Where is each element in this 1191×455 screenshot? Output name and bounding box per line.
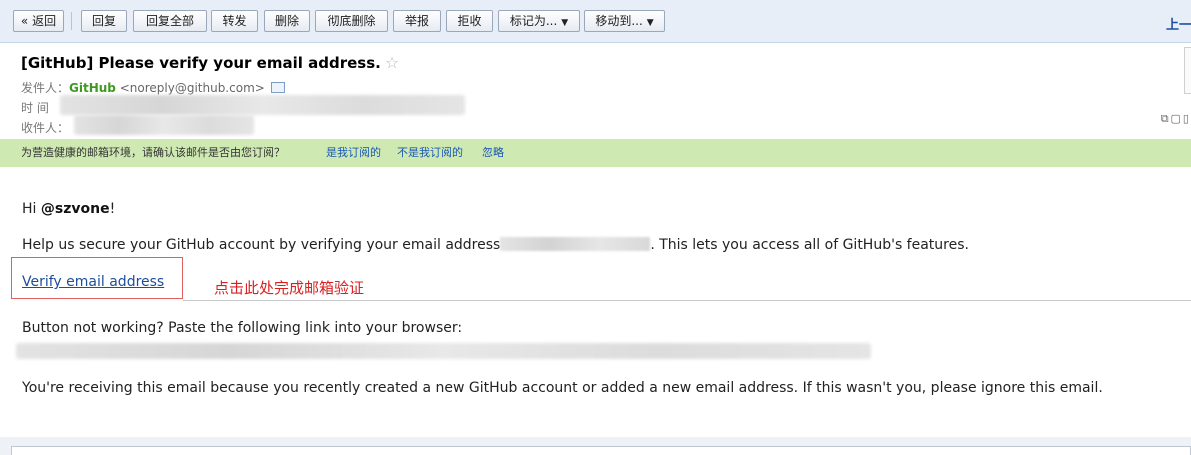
chevron-down-icon: ▼: [646, 18, 654, 28]
subscribed-yes-link[interactable]: 是我订阅的: [326, 139, 381, 167]
button-hint: Button not working? Paste the following …: [22, 320, 463, 336]
delete-permanently-button[interactable]: 彻底删除: [315, 10, 388, 32]
help-prefix: Help us secure your GitHub account by ve…: [22, 237, 501, 253]
email-header: [GitHub] Please verify your email addres…: [0, 43, 1191, 139]
divider-line: [183, 300, 1191, 301]
greeting-prefix: Hi: [22, 201, 41, 217]
greeting-suffix: !: [109, 201, 116, 217]
notice-question: 为营造健康的邮箱环境，请确认该邮件是否由您订阅？: [21, 146, 285, 159]
sender-row: 发件人：GitHub <noreply@github.com>: [21, 79, 285, 96]
subject-text: [GitHub] Please verify your email addres…: [21, 54, 381, 72]
help-suffix: . This lets you access all of GitHub's f…: [650, 237, 969, 253]
help-text: Help us secure your GitHub account by ve…: [22, 237, 969, 253]
redacted-time: [60, 95, 465, 115]
forward-button[interactable]: 转发: [211, 10, 258, 32]
from-label: 发件人：: [21, 81, 70, 95]
recipient-row: 收件人：: [21, 119, 69, 136]
delete-button[interactable]: 删除: [264, 10, 310, 32]
toolbar-divider: [71, 12, 72, 30]
mark-as-dropdown[interactable]: 标记为... ▼: [498, 10, 580, 32]
window-controls-icon[interactable]: ⧉▢▯: [1161, 112, 1191, 126]
contact-card-icon[interactable]: [270, 82, 285, 93]
annotation-text: 点击此处完成邮箱验证: [214, 279, 365, 297]
verify-email-link[interactable]: Verify email address: [22, 274, 164, 290]
prev-email-link[interactable]: 上一封: [1166, 14, 1191, 33]
subscription-notice: 为营造健康的邮箱环境，请确认该邮件是否由您订阅？ 是我订阅的 不是我订阅的 忽略: [0, 139, 1191, 167]
back-button[interactable]: « 返回: [13, 10, 64, 32]
time-row: 时 间: [21, 99, 49, 116]
time-label: 时 间: [21, 101, 49, 115]
mark-as-label: 标记为...: [509, 14, 558, 28]
redacted-email: [500, 237, 651, 251]
ignore-link[interactable]: 忽略: [482, 139, 504, 167]
to-label: 收件人：: [21, 121, 70, 135]
email-reader: « 返回 回复 回复全部 转发 删除 彻底删除 举报 拒收 标记为... ▼ 移动…: [0, 0, 1191, 455]
reject-button[interactable]: 拒收: [446, 10, 493, 32]
email-subject: [GitHub] Please verify your email addres…: [21, 53, 399, 72]
side-panel-edge: [1184, 47, 1191, 94]
move-to-dropdown[interactable]: 移动到... ▼: [584, 10, 665, 32]
redacted-link: [16, 343, 871, 359]
sender-name[interactable]: GitHub: [69, 81, 116, 95]
subscribed-no-link[interactable]: 不是我订阅的: [397, 139, 463, 167]
greeting: Hi @szvone!: [22, 201, 115, 217]
reply-all-button[interactable]: 回复全部: [133, 10, 207, 32]
move-to-label: 移动到...: [595, 14, 643, 28]
redacted-recipient: [74, 115, 254, 135]
footer-text: You're receiving this email because you …: [22, 380, 1103, 396]
star-icon[interactable]: ☆: [385, 53, 399, 72]
quick-reply-input[interactable]: [11, 446, 1191, 455]
chevron-down-icon: ▼: [561, 18, 569, 28]
reply-button[interactable]: 回复: [81, 10, 127, 32]
sender-address: <noreply@github.com>: [119, 81, 265, 95]
email-body: Hi @szvone! Help us secure your GitHub a…: [0, 167, 1191, 437]
username: @szvone: [40, 201, 110, 217]
report-button[interactable]: 举报: [393, 10, 441, 32]
mail-toolbar: « 返回 回复 回复全部 转发 删除 彻底删除 举报 拒收 标记为... ▼ 移动…: [0, 0, 1191, 43]
